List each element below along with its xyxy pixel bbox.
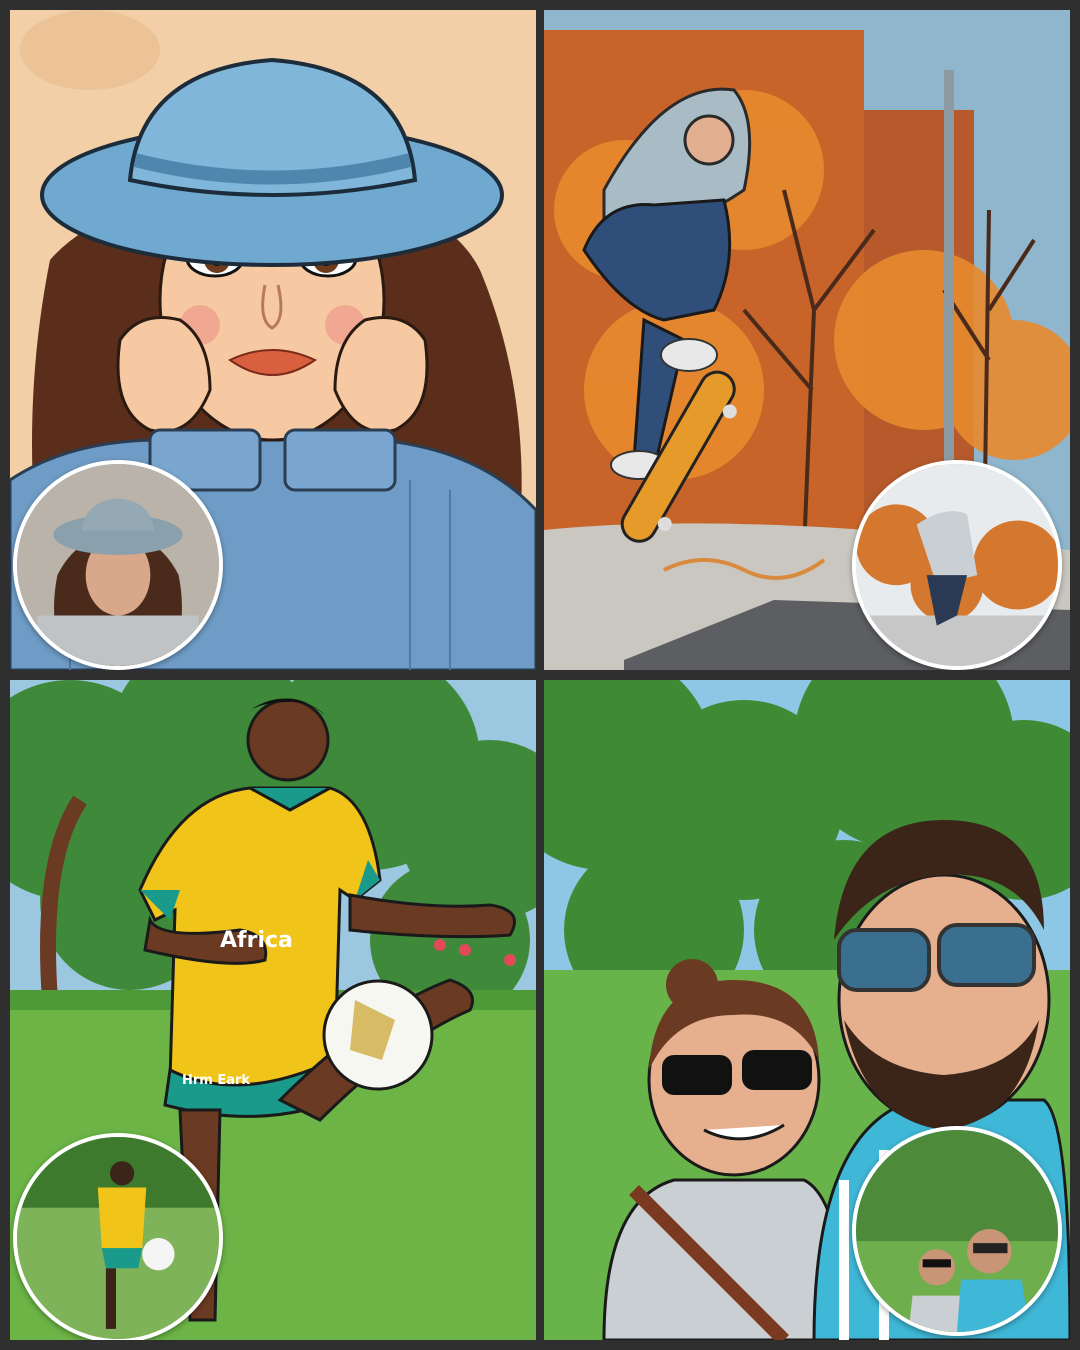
panel-woman-cartoon[interactable] (10, 10, 536, 670)
original-photo-inset (13, 1133, 223, 1340)
panel-soccer-cartoon[interactable]: Africa Hrm Eark (10, 680, 536, 1340)
panel-couple-cartoon[interactable] (544, 680, 1070, 1340)
photo-collage: Africa Hrm Eark (0, 0, 1080, 1350)
original-photo-inset (852, 460, 1062, 670)
shorts-text: Hrm Eark (182, 1073, 251, 1088)
panel-skateboarder-cartoon[interactable] (544, 10, 1070, 670)
original-photo-inset (852, 1126, 1062, 1336)
shirt-text: Africa (220, 928, 293, 953)
original-photo-inset (13, 460, 223, 670)
